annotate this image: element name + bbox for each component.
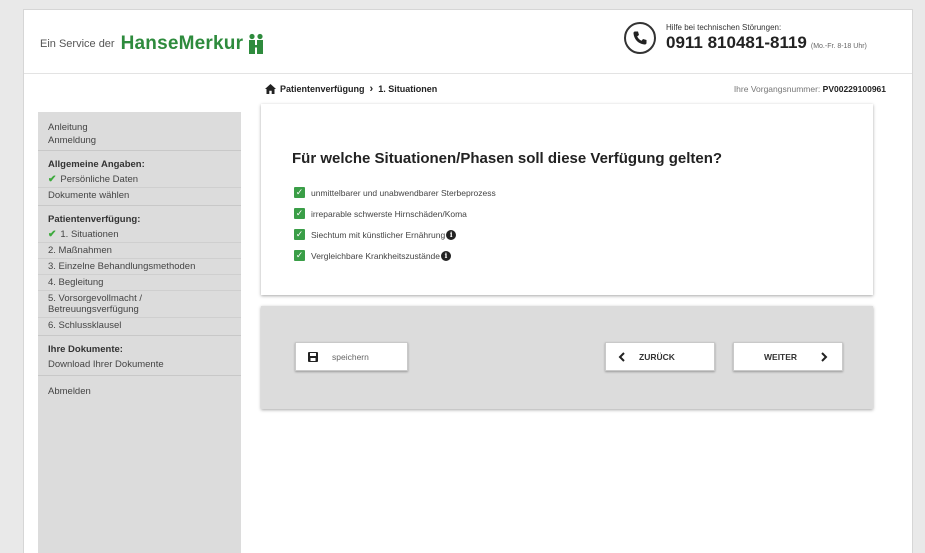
brand: Ein Service der HanseMerkur [40,33,266,55]
sidebar-item-situationen[interactable]: ✔ 1. Situationen [38,227,241,243]
next-button-label: WEITER [764,351,798,362]
breadcrumb-current: 1. Situationen [378,84,438,94]
option-label: Vergleichbare Krankheitszustände [311,250,440,261]
hotline-number[interactable]: 0911 810481-8119 (Mo.-Fr. 8-18 Uhr) [666,33,867,53]
header-divider [24,73,912,74]
info-icon[interactable]: i [446,229,457,240]
checkbox-checked-icon[interactable]: ✓ [294,187,305,198]
hansemerkur-logo-icon [249,33,264,54]
checkbox-checked-icon[interactable]: ✓ [294,208,305,219]
home-icon[interactable] [265,84,276,94]
option-list: ✓ unmittelbarer und unabwendbarer Sterbe… [294,182,496,266]
phone-icon [624,22,656,54]
hotline-hours: (Mo.-Fr. 8-18 Uhr) [810,43,867,50]
check-icon: ✔ [48,174,57,185]
sidebar-item-anleitung[interactable]: Anleitung [38,121,241,134]
sidebar-item-behandlungsmethoden[interactable]: 3. Einzelne Behandlungsmethoden [38,259,241,275]
checkbox-checked-icon[interactable]: ✓ [294,250,305,261]
option-siechtum[interactable]: ✓ Siechtum mit künstlicher Ernährung i [294,224,496,245]
chevron-left-icon [618,351,625,362]
checkbox-checked-icon[interactable]: ✓ [294,229,305,240]
question-card: Für welche Situationen/Phasen soll diese… [261,104,873,295]
info-icon[interactable]: i [441,250,451,261]
breadcrumb-separator-icon: › [369,83,374,95]
sidebar-item-persoenliche-daten[interactable]: ✔ Persönliche Daten [38,172,241,188]
sidebar-heading-allgemeine: Allgemeine Angaben: [48,159,145,170]
sidebar-item-begleitung[interactable]: 4. Begleitung [38,275,241,291]
floppy-disk-icon [308,351,318,362]
sidebar-item-download[interactable]: Download Ihrer Dokumente [38,357,241,372]
option-sterbeprozess[interactable]: ✓ unmittelbarer und unabwendbarer Sterbe… [294,182,496,203]
sidebar-item-label: Persönliche Daten [60,174,139,185]
next-button[interactable]: WEITER [733,342,843,371]
vorgang-value: PV00229100961 [822,84,886,94]
question-title: Für welche Situationen/Phasen soll diese… [292,150,723,167]
option-hirnschaeden[interactable]: ✓ irreparable schwerste Hirnschäden/Koma [294,203,496,224]
sidebar-heading-dokumente: Ihre Dokumente: [48,344,123,355]
sidebar-item-anmeldung[interactable]: Anmeldung [38,134,241,147]
save-button[interactable]: speichern [295,342,408,371]
vorgang-number: Ihre Vorgangsnummer: PV00229100961 [734,84,886,94]
option-label: Siechtum mit künstlicher Ernährung [311,229,446,240]
hotline-label: Hilfe bei technischen Störungen: [666,23,782,32]
back-button-label: ZURÜCK [639,351,675,362]
sidebar-item-abmelden[interactable]: Abmelden [38,385,241,398]
option-label: unmittelbarer und unabwendbarer Sterbepr… [311,187,496,198]
option-vergleichbare[interactable]: ✓ Vergleichbare Krankheitszustände i [294,245,496,266]
sidebar-item-label: 1. Situationen [60,229,119,240]
chevron-right-icon [821,351,828,362]
action-panel: speichern ZURÜCK WEITER [261,306,873,409]
breadcrumb: Patientenverfügung › 1. Situationen [265,83,437,95]
sidebar-item-schlussklausel[interactable]: 6. Schlussklausel [38,318,241,333]
save-button-label: speichern [332,351,369,362]
sidebar-item-vorsorgevollmacht[interactable]: 5. Vorsorgevollmacht / Betreuungsverfügu… [38,291,241,318]
vorgang-label: Ihre Vorgangsnummer: [733,84,821,94]
sidebar-item-dokumente-waehlen[interactable]: Dokumente wählen [38,188,241,203]
hotline: Hilfe bei technischen Störungen: 0911 81… [624,22,867,54]
check-icon: ✔ [48,229,57,240]
back-button[interactable]: ZURÜCK [605,342,715,371]
page: Ein Service der HanseMerkur Hilfe bei te… [23,9,913,553]
sidebar-item-massnahmen[interactable]: 2. Maßnahmen [38,243,241,259]
hotline-number-text: 0911 810481-8119 [666,33,807,52]
sidebar-heading-patientenverfuegung: Patientenverfügung: [48,214,141,225]
breadcrumb-root[interactable]: Patientenverfügung [280,84,365,94]
service-label: Ein Service der [40,38,115,50]
brand-name[interactable]: HanseMerkur [121,33,244,55]
sidebar: Anleitung Anmeldung Allgemeine Angaben: … [38,112,241,553]
option-label: irreparable schwerste Hirnschäden/Koma [311,208,467,219]
